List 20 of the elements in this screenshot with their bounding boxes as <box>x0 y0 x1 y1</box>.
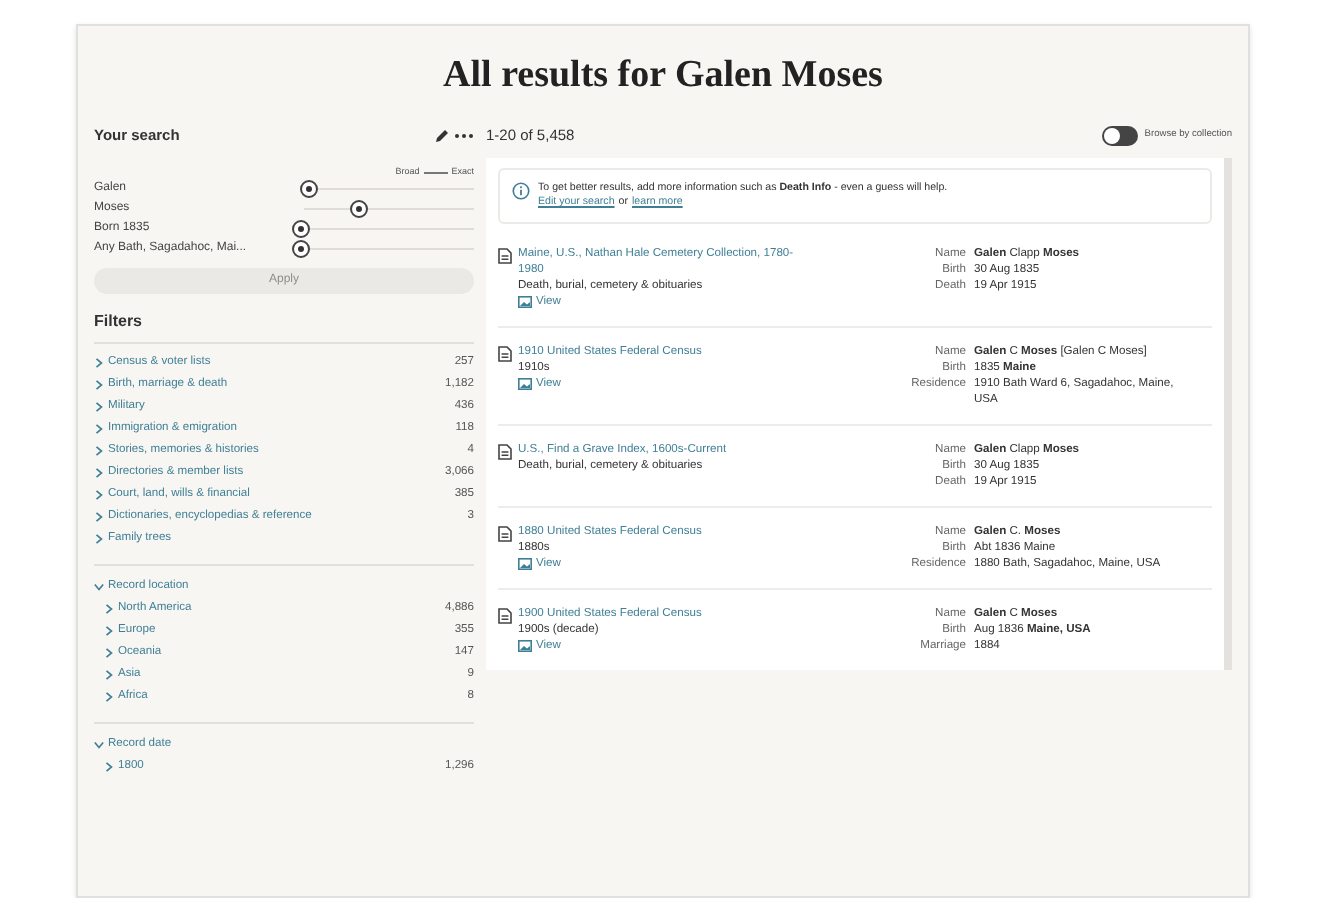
image-icon <box>518 640 532 652</box>
chevron-right-icon <box>104 761 114 772</box>
chevron-down-icon <box>94 740 104 751</box>
document-icon <box>498 444 512 460</box>
document-icon <box>498 248 512 264</box>
match-slider[interactable] <box>294 219 474 240</box>
image-icon <box>518 558 532 570</box>
document-icon <box>498 526 512 542</box>
pencil-icon[interactable] <box>434 128 450 144</box>
document-icon <box>498 346 512 362</box>
page-title: All results for Galen Moses <box>441 54 885 98</box>
info-icon <box>512 182 530 200</box>
browse-toggle[interactable] <box>1102 126 1139 146</box>
chevron-down-icon <box>94 582 104 593</box>
match-slider[interactable] <box>294 239 474 260</box>
image-icon <box>518 378 532 390</box>
image-icon <box>518 296 532 308</box>
more-icon[interactable] <box>454 132 474 140</box>
filters-heading: Filters <box>94 309 145 334</box>
document-icon <box>498 608 512 624</box>
